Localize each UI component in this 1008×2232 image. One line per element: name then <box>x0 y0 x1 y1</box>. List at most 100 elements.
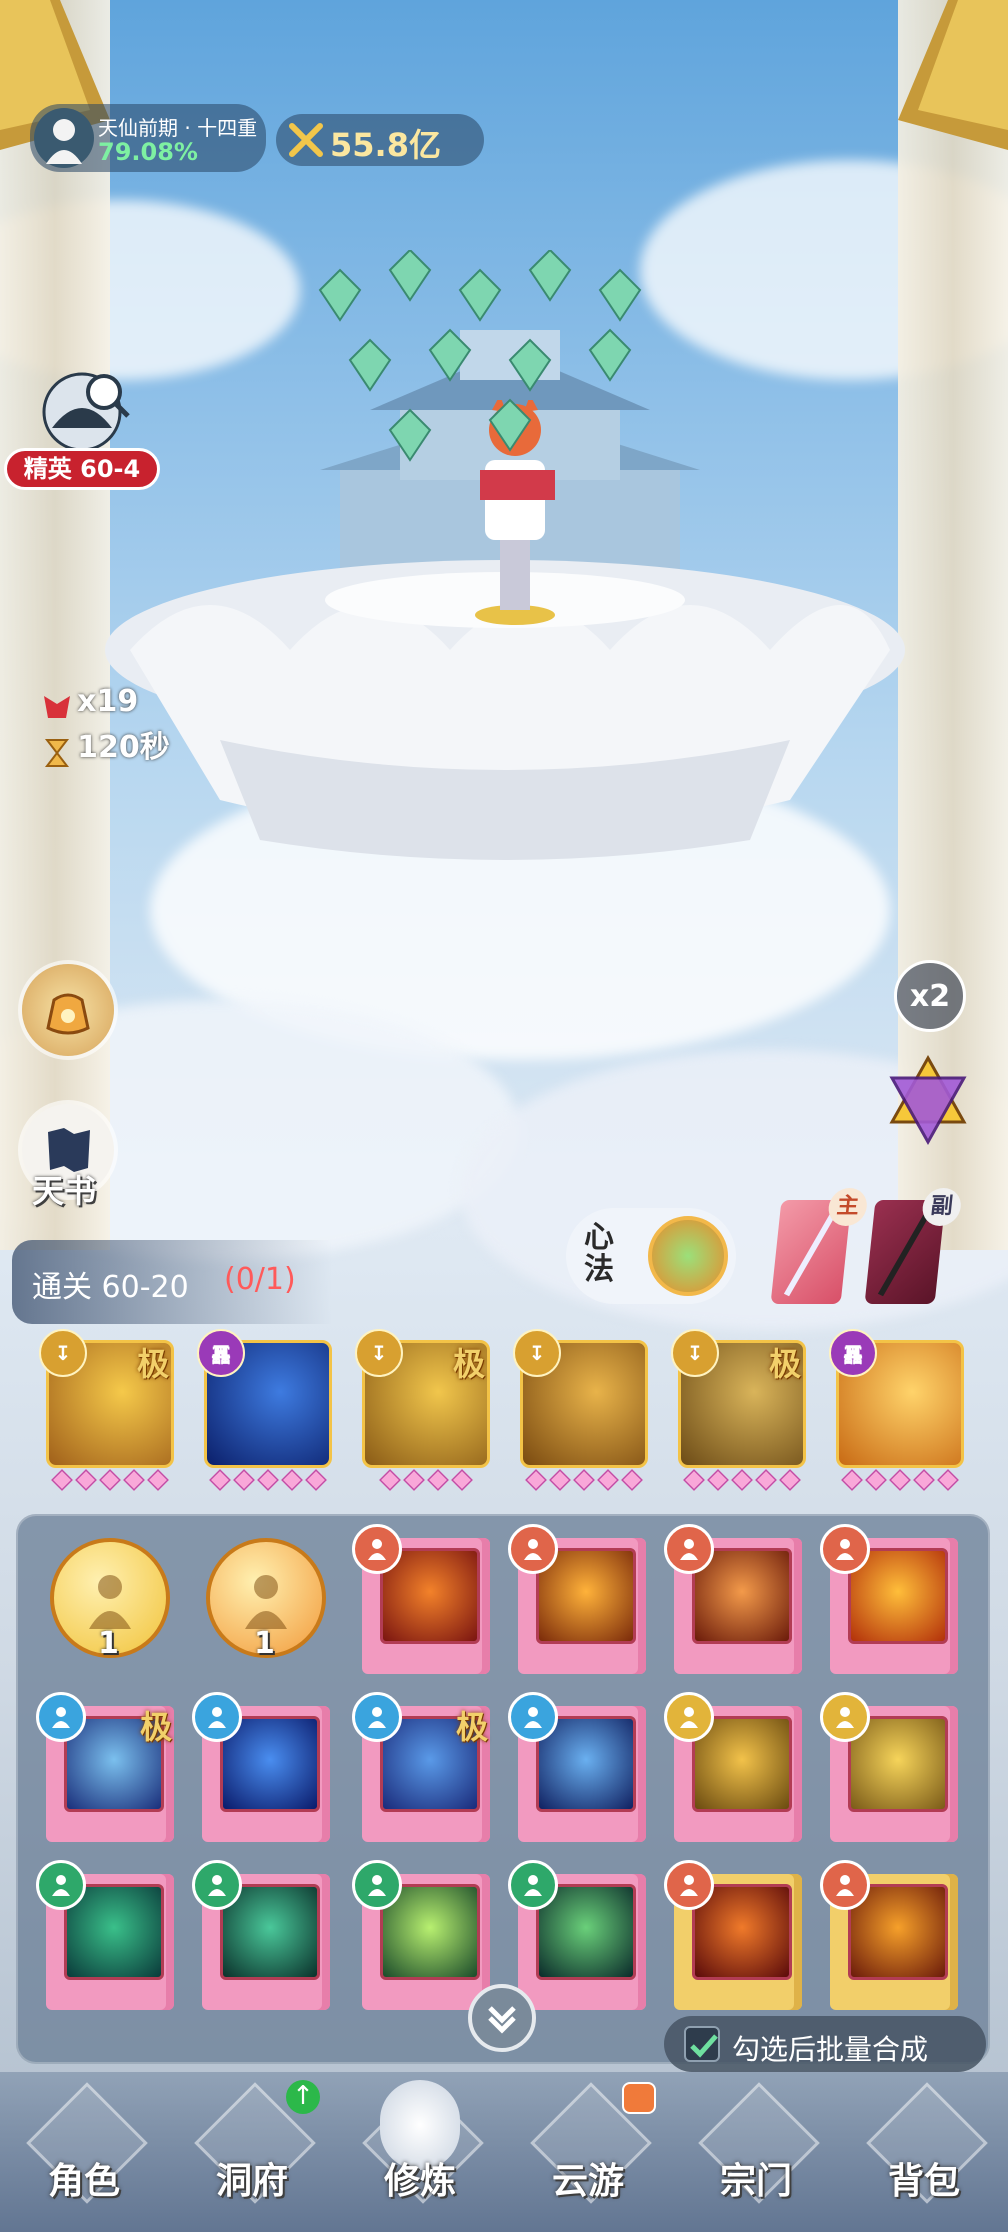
right-roof <box>898 0 1008 150</box>
star-gem <box>427 1469 449 1491</box>
extreme-tag: 极 <box>768 1345 801 1383</box>
batch-merge-toggle[interactable]: 勾选后批量合成 <box>664 2016 986 2072</box>
equipped-skill-card[interactable]: ↧ 极 <box>39 1329 174 1491</box>
star-gem <box>305 1469 327 1491</box>
star-gem <box>525 1469 547 1491</box>
sub-weapon-slot[interactable]: 副 <box>864 1188 963 1304</box>
equipped-skill-card[interactable]: ↧ 极 <box>355 1329 490 1491</box>
star-gems <box>839 1469 961 1491</box>
demon-mask-icon <box>42 692 72 722</box>
star-gem <box>841 1469 863 1491</box>
skill-book[interactable] <box>36 1860 174 2010</box>
quest-bar[interactable]: 通关 60-20 (0/1) <box>12 1240 332 1324</box>
nav-item[interactable]: 背包 <box>840 2080 1008 2220</box>
checkmark-icon <box>690 2034 718 2058</box>
element-badge <box>352 1524 402 1574</box>
star-gem <box>451 1469 473 1491</box>
star-gem <box>683 1469 705 1491</box>
nav-item[interactable]: 云游 <box>504 2080 672 2220</box>
nav-label: 宗门 <box>719 2161 792 2202</box>
element-badge <box>508 1524 558 1574</box>
skill-type-badge: ↧ <box>513 1329 561 1377</box>
skill-book[interactable] <box>820 1860 958 2010</box>
stage-boss-icon[interactable] <box>38 368 134 452</box>
extreme-tag: 极 <box>452 1345 485 1383</box>
skill-type-badge: ↧ <box>355 1329 403 1377</box>
kill-counter: x19 <box>42 684 138 722</box>
collapse-button[interactable] <box>468 1984 536 2052</box>
hexagram-icon <box>889 1054 967 1146</box>
nav-label: 背包 <box>887 2161 960 2202</box>
skill-book[interactable] <box>820 1692 958 1842</box>
skill-book[interactable] <box>820 1524 958 1674</box>
skill-book[interactable] <box>664 1692 802 1842</box>
nav-item[interactable]: 宗门 <box>672 2080 840 2220</box>
element-badge <box>664 1860 714 1910</box>
star-gems <box>523 1469 645 1491</box>
skill-type-badge: 靐 <box>829 1329 877 1377</box>
crossed-swords-icon <box>289 123 323 157</box>
skill-book[interactable] <box>664 1524 802 1674</box>
currency-coin[interactable] <box>206 1538 326 1658</box>
realm-percent: 79.08% <box>98 138 198 166</box>
pouch-icon <box>46 993 90 1035</box>
skill-book[interactable] <box>192 1692 330 1842</box>
skill-type-badge: 靐 <box>197 1329 245 1377</box>
element-badge <box>36 1692 86 1742</box>
xinfa-button[interactable]: 心法 <box>566 1208 736 1304</box>
main-weapon-slot[interactable]: 主 <box>770 1188 869 1304</box>
star-gems <box>207 1469 329 1491</box>
stage-label: 精英 60-4 <box>4 448 160 490</box>
equipped-skill-card[interactable]: 靐 <box>829 1329 964 1491</box>
hourglass-icon <box>42 738 72 768</box>
nav-label: 修炼 <box>383 2161 456 2202</box>
element-badge <box>508 1860 558 1910</box>
star-gem <box>209 1469 231 1491</box>
skill-book[interactable] <box>508 1524 646 1674</box>
nav-item[interactable]: 修炼 <box>336 2080 504 2220</box>
star-gem <box>889 1469 911 1491</box>
nav-item[interactable]: 洞府 ↑ <box>168 2080 336 2220</box>
batch-merge-label: 勾选后批量合成 <box>732 2033 929 2066</box>
star-gem <box>573 1469 595 1491</box>
star-gem <box>937 1469 959 1491</box>
reward-pouch-button[interactable] <box>22 964 114 1056</box>
star-gem <box>403 1469 425 1491</box>
skill-book[interactable]: 极 <box>352 1692 490 1842</box>
chest-notification-icon <box>622 2082 656 2114</box>
element-badge <box>192 1692 242 1742</box>
element-badge <box>664 1524 714 1574</box>
star-gem <box>147 1469 169 1491</box>
element-badge <box>352 1860 402 1910</box>
skill-book[interactable] <box>352 1524 490 1674</box>
xinfa-label: 心法 <box>584 1220 614 1287</box>
nav-item[interactable]: 角色 <box>0 2080 168 2220</box>
equipped-skill-card[interactable]: 靐 <box>197 1329 332 1491</box>
nav-label: 洞府 <box>215 2161 288 2202</box>
star-gem <box>75 1469 97 1491</box>
currency-coin[interactable] <box>50 1538 170 1658</box>
element-badge <box>352 1692 402 1742</box>
equipped-skill-card[interactable]: ↧ 极 <box>671 1329 806 1491</box>
extreme-tag: 极 <box>455 1708 488 1746</box>
speed-toggle-button[interactable]: x2 <box>894 960 966 1032</box>
skill-book[interactable] <box>508 1692 646 1842</box>
star-gem <box>707 1469 729 1491</box>
equipped-skill-card[interactable]: ↧ <box>513 1329 648 1491</box>
skill-book[interactable]: 极 <box>36 1692 174 1842</box>
batch-merge-checkbox[interactable] <box>684 2026 720 2062</box>
skill-book[interactable] <box>352 1860 490 2010</box>
hexagram-button[interactable] <box>884 1054 972 1146</box>
star-gem <box>257 1469 279 1491</box>
skill-book[interactable] <box>508 1860 646 2010</box>
upgrade-arrow-icon: ↑ <box>286 2080 320 2114</box>
realm-title: 天仙前期 · 十四重 <box>98 116 258 140</box>
star-gem <box>755 1469 777 1491</box>
skill-book[interactable] <box>664 1860 802 2010</box>
quest-progress: (0/1) <box>224 1262 296 1297</box>
star-gems <box>681 1469 803 1491</box>
skill-book[interactable] <box>192 1860 330 2010</box>
realm-panel[interactable]: 天仙前期 · 十四重 79.08% <box>30 104 266 172</box>
nav-label: 角色 <box>47 2161 120 2202</box>
star-gem <box>913 1469 935 1491</box>
